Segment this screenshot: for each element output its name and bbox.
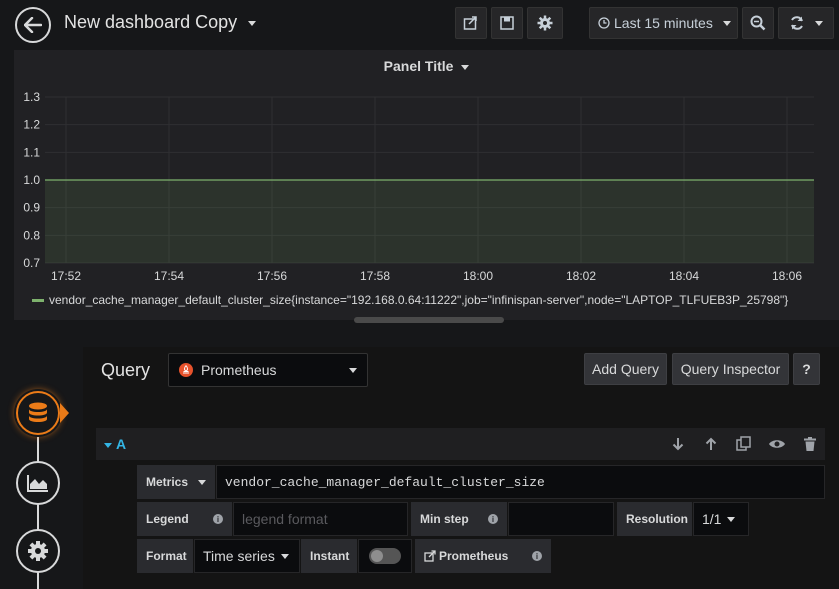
eye-icon[interactable]	[768, 438, 786, 450]
instant-toggle[interactable]	[369, 548, 401, 564]
horizontal-scrollbar[interactable]	[354, 317, 504, 323]
trash-icon[interactable]	[804, 437, 816, 451]
chevron-down-icon	[248, 20, 257, 26]
clock-icon	[598, 17, 610, 29]
graph-panel: Panel Title 1.3 1.2 1.1 1.0 0.9 0.8 0.7 17:52 17…	[14, 50, 839, 323]
visualization-tab-button[interactable]	[16, 461, 60, 505]
legend-text: vendor_cache_manager_default_cluster_siz…	[49, 293, 789, 307]
add-query-button[interactable]: Add Query	[584, 353, 667, 385]
legend-swatch	[32, 299, 44, 303]
y-tick-label: 0.9	[23, 201, 40, 215]
prometheus-link-text: Prometheus	[439, 549, 509, 563]
share-icon	[463, 16, 477, 30]
resolution-value: 1/1	[702, 511, 722, 527]
y-tick-label: 0.7	[23, 256, 40, 270]
save-button[interactable]	[491, 7, 523, 39]
x-tick-label: 17:52	[51, 269, 81, 283]
duplicate-icon[interactable]	[736, 436, 752, 452]
chevron-down-icon	[198, 479, 206, 485]
info-icon[interactable]: i	[532, 551, 542, 561]
chevron-down-icon	[722, 20, 731, 26]
settings-button[interactable]	[527, 7, 563, 39]
external-link-icon	[424, 550, 436, 562]
legend-label-text: Legend	[146, 512, 189, 526]
x-tick-label: 18:06	[772, 269, 802, 283]
y-tick-label: 1.1	[23, 145, 40, 159]
min-step-label: Min step i	[411, 502, 507, 536]
x-tick-label: 18:00	[463, 269, 493, 283]
arrow-left-icon	[24, 17, 42, 33]
query-inspector-button[interactable]: Query Inspector	[672, 353, 789, 385]
refresh-icon	[791, 16, 803, 30]
y-tick-label: 0.8	[23, 228, 40, 242]
dashboard-title-text: New dashboard Copy	[64, 12, 238, 32]
prometheus-icon	[179, 363, 193, 377]
x-tick-label: 17:58	[360, 269, 390, 283]
y-tick-label: 1.3	[23, 90, 40, 104]
metrics-label[interactable]: Metrics	[137, 465, 215, 499]
legend-format-input[interactable]: legend format	[233, 502, 408, 536]
active-arrow-icon	[60, 403, 69, 423]
query-row-label: A	[116, 436, 127, 452]
chevron-down-icon	[280, 553, 289, 559]
zoom-out-button[interactable]	[742, 7, 774, 39]
min-step-input[interactable]	[508, 502, 614, 536]
zoom-out-icon	[750, 15, 766, 31]
format-label: Format	[137, 539, 193, 573]
area-chart-icon	[27, 475, 48, 492]
instant-toggle-wrap	[358, 539, 412, 573]
instant-label: Instant	[301, 539, 357, 573]
dashboard-title[interactable]: New dashboard Copy	[64, 12, 257, 33]
time-range-picker[interactable]: Last 15 minutes	[589, 7, 738, 39]
datasource-select[interactable]: Prometheus	[168, 353, 368, 387]
min-step-label-text: Min step	[420, 512, 469, 526]
resolution-select[interactable]: 1/1	[693, 502, 749, 536]
format-select[interactable]: Time series	[194, 539, 300, 573]
x-tick-label: 18:04	[669, 269, 699, 283]
x-tick-label: 17:54	[154, 269, 184, 283]
queries-tab-button[interactable]	[16, 391, 60, 435]
share-button[interactable]	[455, 7, 487, 39]
x-tick-label: 18:02	[566, 269, 596, 283]
cog-icon	[28, 541, 48, 561]
gear-icon	[537, 15, 553, 31]
series-area	[45, 180, 814, 263]
chevron-down-icon	[815, 20, 823, 26]
metrics-input[interactable]: vendor_cache_manager_default_cluster_siz…	[216, 465, 825, 499]
info-icon[interactable]: i	[488, 514, 498, 524]
x-tick-label: 17:56	[257, 269, 287, 283]
resolution-label: Resolution	[617, 502, 692, 536]
prometheus-link[interactable]: Prometheus i	[415, 539, 551, 573]
format-value: Time series	[203, 548, 275, 564]
graph-plot[interactable]: 1.3 1.2 1.1 1.0 0.9 0.8 0.7 17:52 17:54 17:56 17:5…	[14, 50, 839, 290]
move-down-icon[interactable]	[671, 437, 685, 451]
save-icon	[500, 16, 514, 30]
refresh-button[interactable]	[778, 7, 834, 39]
database-icon	[29, 402, 47, 422]
metrics-label-text: Metrics	[146, 475, 189, 489]
back-button[interactable]	[15, 7, 51, 43]
help-button[interactable]: ?	[793, 353, 820, 385]
chevron-down-icon	[349, 367, 357, 373]
legend-label: Legend i	[137, 502, 232, 536]
datasource-value: Prometheus	[201, 362, 277, 378]
move-up-icon[interactable]	[704, 437, 718, 451]
y-tick-label: 1.2	[23, 118, 40, 132]
time-range-label: Last 15 minutes	[614, 15, 713, 31]
y-tick-label: 1.0	[23, 173, 40, 187]
query-heading: Query	[101, 360, 151, 380]
query-row-toggle[interactable]: A	[104, 436, 126, 452]
legend-item[interactable]: vendor_cache_manager_default_cluster_siz…	[32, 293, 788, 307]
general-settings-tab-button[interactable]	[16, 529, 60, 573]
chevron-down-icon	[104, 442, 112, 448]
chevron-down-icon	[727, 516, 736, 522]
info-icon[interactable]: i	[213, 514, 223, 524]
